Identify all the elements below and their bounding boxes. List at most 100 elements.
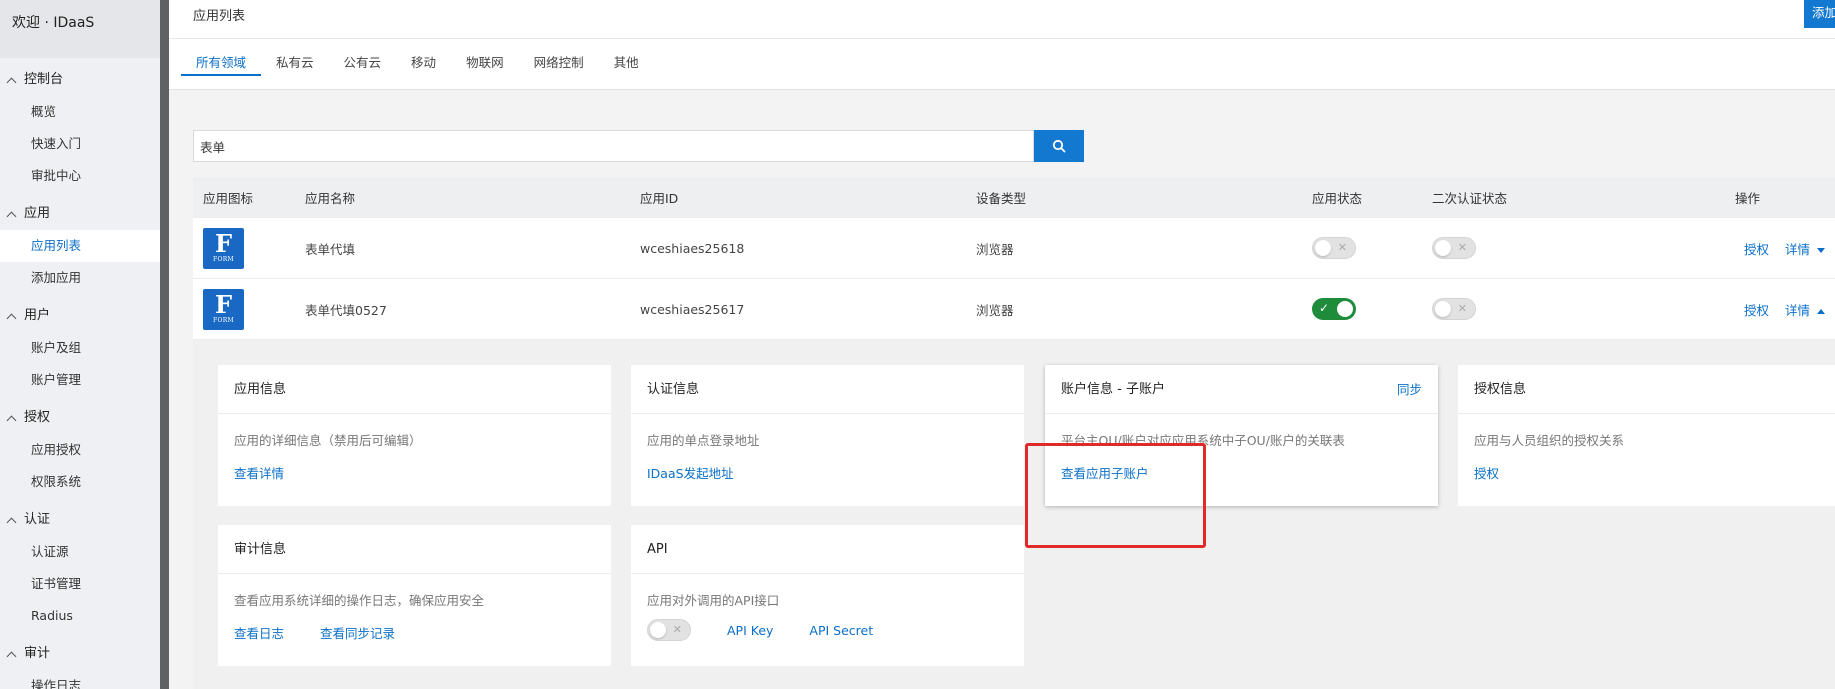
sidebar-item-quickstart[interactable]: 快速入门 xyxy=(0,128,160,160)
card-description: 应用的详细信息（禁用后可编辑） xyxy=(234,433,422,448)
nav-group-authorization[interactable]: 授权 xyxy=(0,402,160,434)
mfa-status-toggle[interactable]: ✕ xyxy=(1432,237,1476,259)
api-secret-link[interactable]: API Secret xyxy=(809,623,873,638)
detail-label: 详情 xyxy=(1784,241,1810,257)
tab-network-control[interactable]: 网络控制 xyxy=(519,48,599,76)
nav-group-audit[interactable]: 审计 xyxy=(0,638,160,670)
mfa-status-toggle[interactable]: ✕ xyxy=(1432,298,1476,320)
card-title: 应用信息 xyxy=(234,382,287,397)
api-toggle[interactable]: ✕ xyxy=(647,619,691,641)
nav-group-label: 授权 xyxy=(24,410,51,425)
add-app-button[interactable]: 添加 xyxy=(1804,0,1835,28)
caret-down-icon xyxy=(1817,247,1825,253)
app-status-toggle[interactable]: ✓ xyxy=(1312,298,1356,320)
app-table: 应用图标 应用名称 应用ID 设备类型 应用状态 二次认证状态 操作 F FORM… xyxy=(193,177,1835,340)
tab-private-cloud[interactable]: 私有云 xyxy=(261,48,329,76)
app-status-toggle[interactable]: ✕ xyxy=(1312,237,1356,259)
x-icon: ✕ xyxy=(672,623,682,636)
card-description: 应用的单点登录地址 xyxy=(647,433,760,448)
idaas-sso-url-link[interactable]: IDaaS发起地址 xyxy=(647,463,734,482)
sidebar-divider xyxy=(160,0,169,689)
authorize-link[interactable]: 授权 xyxy=(1744,303,1769,318)
nav-group-apps[interactable]: 应用 xyxy=(0,198,160,230)
caret-up-icon xyxy=(1817,308,1825,314)
authorize-link[interactable]: 授权 xyxy=(1474,463,1499,482)
sidebar-header: 欢迎 · IDaaS xyxy=(0,0,160,58)
search-box xyxy=(193,130,1034,162)
tab-other[interactable]: 其他 xyxy=(599,48,654,76)
sidebar-item-operation-log[interactable]: 操作日志 xyxy=(0,670,160,689)
sidebar-item-auth-source[interactable]: 认证源 xyxy=(0,536,160,568)
sidebar-item-add-app[interactable]: 添加应用 xyxy=(0,262,160,294)
sidebar-item-accounts-groups[interactable]: 账户及组 xyxy=(0,332,160,364)
caret-up-icon xyxy=(6,651,17,661)
search-input[interactable] xyxy=(194,131,1033,161)
nav-group-label: 认证 xyxy=(24,512,51,527)
icon-letter: F xyxy=(214,229,233,258)
detail-label: 详情 xyxy=(1784,302,1810,318)
sidebar-item-overview[interactable]: 概览 xyxy=(0,96,160,128)
grant-info-card: 授权信息 应用与人员组织的授权关系 授权 xyxy=(1458,365,1835,506)
audit-info-card: 审计信息 查看应用系统详细的操作日志，确保应用安全 查看日志 查看同步记录 xyxy=(218,525,611,666)
table-header: 应用图标 应用名称 应用ID 设备类型 应用状态 二次认证状态 操作 xyxy=(193,177,1835,218)
col-device: 设备类型 xyxy=(976,191,1027,206)
card-title: API xyxy=(647,542,668,557)
detail-link[interactable]: 详情 xyxy=(1785,242,1825,257)
api-card: API 应用对外调用的API接口 ✕ API Key API Secret xyxy=(631,525,1024,666)
col-id: 应用ID xyxy=(640,191,679,206)
view-log-link[interactable]: 查看日志 xyxy=(234,623,284,642)
sidebar-item-app-auth[interactable]: 应用授权 xyxy=(0,434,160,466)
form-app-icon: F FORM xyxy=(203,288,244,330)
caret-up-icon xyxy=(6,415,17,425)
api-key-link[interactable]: API Key xyxy=(727,623,773,638)
view-details-link[interactable]: 查看详情 xyxy=(234,463,284,482)
col-icon: 应用图标 xyxy=(203,191,254,206)
sync-button[interactable]: 同步 xyxy=(1397,365,1422,413)
caret-up-icon xyxy=(6,77,17,87)
app-info-card: 应用信息 应用的详细信息（禁用后可编辑） 查看详情 xyxy=(218,365,611,506)
check-icon: ✓ xyxy=(1319,301,1330,315)
tab-public-cloud[interactable]: 公有云 xyxy=(329,48,397,76)
app-id: wceshiaes25617 xyxy=(640,301,745,317)
card-title: 认证信息 xyxy=(647,382,700,397)
sidebar-item-radius[interactable]: Radius xyxy=(0,600,160,632)
view-sync-records-link[interactable]: 查看同步记录 xyxy=(320,623,395,642)
card-title: 授权信息 xyxy=(1474,382,1527,397)
form-app-icon: F FORM xyxy=(203,227,244,269)
card-title: 审计信息 xyxy=(234,542,287,557)
nav-group-console[interactable]: 控制台 xyxy=(0,64,160,96)
toggle-knob xyxy=(1435,301,1451,317)
device-type: 浏览器 xyxy=(976,241,1014,257)
sidebar-item-account-mgmt[interactable]: 账户管理 xyxy=(0,364,160,396)
toggle-knob xyxy=(1315,240,1331,256)
page-header: 应用列表 添加 所有领域 私有云 公有云 移动 物联网 网络控制 其他 xyxy=(169,0,1835,90)
nav-group-authentication[interactable]: 认证 xyxy=(0,504,160,536)
nav-group-label: 审计 xyxy=(24,646,51,661)
device-type: 浏览器 xyxy=(976,302,1014,318)
search-button[interactable] xyxy=(1034,130,1084,162)
highlight-annotation xyxy=(1025,443,1206,548)
tab-iot[interactable]: 物联网 xyxy=(451,48,519,76)
app-detail-panel: 应用信息 应用的详细信息（禁用后可编辑） 查看详情 认证信息 应用的单点登录地址… xyxy=(193,340,1835,689)
page-title: 应用列表 xyxy=(193,9,246,24)
caret-up-icon xyxy=(6,211,17,221)
authorize-link[interactable]: 授权 xyxy=(1744,242,1769,257)
app-id: wceshiaes25618 xyxy=(640,240,745,256)
tab-mobile[interactable]: 移动 xyxy=(396,48,451,76)
col-mfa-status: 二次认证状态 xyxy=(1432,191,1508,206)
detail-link[interactable]: 详情 xyxy=(1785,303,1825,318)
domain-tabs: 所有领域 私有云 公有云 移动 物联网 网络控制 其他 xyxy=(181,48,654,76)
sidebar-item-cert-mgmt[interactable]: 证书管理 xyxy=(0,568,160,600)
nav-group-users[interactable]: 用户 xyxy=(0,300,160,332)
card-description: 查看应用系统详细的操作日志，确保应用安全 xyxy=(234,593,485,608)
nav-group-label: 控制台 xyxy=(24,72,64,87)
tab-all[interactable]: 所有领域 xyxy=(181,48,262,76)
sidebar-item-approval[interactable]: 审批中心 xyxy=(0,160,160,192)
x-icon: ✕ xyxy=(1457,241,1467,254)
app-name: 表单代填 xyxy=(305,241,356,257)
sidebar-item-permission-system[interactable]: 权限系统 xyxy=(0,466,160,498)
caret-up-icon xyxy=(6,517,17,527)
divider xyxy=(169,38,1835,39)
toggle-knob xyxy=(1337,301,1353,317)
sidebar-item-app-list[interactable]: 应用列表 xyxy=(0,230,160,262)
